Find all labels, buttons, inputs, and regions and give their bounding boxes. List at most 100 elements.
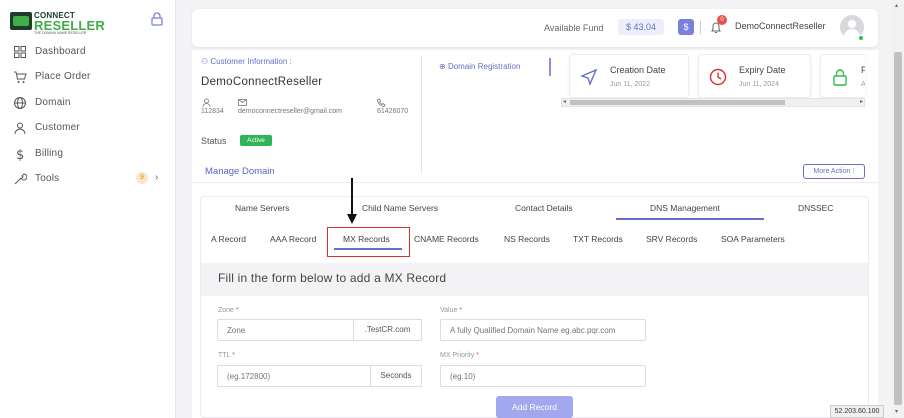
notification-badge: 0 <box>717 15 727 25</box>
lock-icon <box>833 69 847 86</box>
stat-card-date: Jun 11, 2022 <box>610 81 650 88</box>
dashboard-icon <box>14 46 26 58</box>
scroll-left-icon[interactable]: ◂ <box>563 98 566 105</box>
annotation-arrow-shaft <box>351 178 353 216</box>
customer-info-heading: ⚇ Customer Information : <box>201 57 292 66</box>
sidebar-item-dashboard[interactable]: Dashboard <box>0 40 176 64</box>
sidebar-item-billing[interactable]: $ Billing <box>0 142 176 166</box>
tab-txt-records[interactable]: TXT Records <box>573 234 623 244</box>
zone-input[interactable] <box>217 319 354 341</box>
scroll-up-icon[interactable]: ▴ <box>895 2 898 9</box>
more-action-button[interactable]: More Action ⁝ <box>803 164 865 179</box>
value-label: Value * <box>440 307 463 314</box>
tools-count-badge: 9 <box>136 172 148 184</box>
tab-srv-records[interactable]: SRV Records <box>646 234 697 244</box>
top-header: Available Fund $ 43.04 $ 0 DemoConnectRe… <box>192 9 878 47</box>
online-status-dot <box>858 35 864 41</box>
user-icon <box>14 122 26 135</box>
main-content: ⚇ Customer Information : DemoConnectRese… <box>192 50 878 418</box>
value-label-text: Value <box>440 307 458 314</box>
zone-suffix: .TestCR.com <box>353 319 422 341</box>
scroll-down-icon[interactable]: ▾ <box>895 408 898 415</box>
add-fund-button[interactable]: $ <box>678 19 694 35</box>
tab-ns-records[interactable]: NS Records <box>504 234 550 244</box>
divider <box>700 21 701 34</box>
scrollbar-thumb[interactable] <box>894 52 902 405</box>
expiry-date-card: Expiry Date Jun 11, 2024 <box>698 54 811 98</box>
scrollbar-thumb[interactable] <box>570 100 785 105</box>
wrench-icon <box>14 173 27 185</box>
tab-contact-details[interactable]: Contact Details <box>515 203 573 213</box>
sidebar-item-tools[interactable]: Tools 9 › <box>0 167 176 191</box>
globe-icon <box>14 97 26 109</box>
sidebar-item-label: Customer <box>35 122 80 133</box>
stat-card-title: Creation Date <box>610 65 666 75</box>
form-header: Fill in the form below to add a MX Recor… <box>201 263 868 296</box>
creation-date-card: Creation Date Jun 11, 2022 <box>569 54 689 98</box>
domain-registration-label: Domain Registration <box>447 62 521 71</box>
divider <box>421 56 422 174</box>
customer-email: democonnectreseller@gmail.com <box>238 108 342 115</box>
tab-child-name-servers[interactable]: Child Name Servers <box>362 203 438 213</box>
tab-a-record[interactable]: A Record <box>211 234 246 244</box>
cards-scrollbar[interactable]: ◂ ▸ <box>561 98 865 107</box>
username[interactable]: DemoConnectReseller <box>735 21 826 31</box>
ttl-label: TTL * <box>218 352 235 359</box>
highlight-box <box>327 227 410 257</box>
logo-tagline: THE DOMAIN NAME RESELLER <box>34 31 87 35</box>
dollar-icon: $ <box>16 148 24 161</box>
sidebar: CONNECT RESELLER THE DOMAIN NAME RESELLE… <box>0 0 176 418</box>
value-input[interactable] <box>440 319 646 341</box>
privacy-card: Pr Ac <box>820 54 865 98</box>
user-icon <box>202 98 211 107</box>
lock-icon[interactable] <box>151 12 163 26</box>
priority-label: MX Priority * <box>440 352 479 359</box>
sidebar-item-label: Dashboard <box>35 46 86 57</box>
priority-input[interactable] <box>440 365 646 387</box>
annotation-arrow-head <box>347 214 357 224</box>
available-fund-value: $ 43.04 <box>618 19 664 35</box>
sidebar-item-label: Billing <box>35 148 64 159</box>
sidebar-item-place-order[interactable]: Place Order <box>0 65 176 89</box>
send-icon <box>580 68 598 86</box>
tab-soa-parameters[interactable]: SOA Parameters <box>721 234 785 244</box>
status-badge: Active <box>240 135 272 146</box>
sidebar-item-label: Tools <box>35 173 60 184</box>
tab-dns-management[interactable]: DNS Management <box>650 203 720 213</box>
tab-cname-records[interactable]: CNAME Records <box>414 234 479 244</box>
ttl-input[interactable] <box>217 365 371 387</box>
sidebar-item-label: Domain <box>35 97 71 108</box>
mail-icon <box>238 99 247 106</box>
add-record-button[interactable]: Add Record <box>496 396 573 418</box>
tab-dnssec[interactable]: DNSSEC <box>798 203 833 213</box>
customer-phone: 61426070 <box>377 108 409 115</box>
tab-aaa-record[interactable]: AAA Record <box>270 234 316 244</box>
brand-logo[interactable]: CONNECT RESELLER THE DOMAIN NAME RESELLE… <box>10 11 105 35</box>
customer-name: DemoConnectReseller <box>201 76 323 88</box>
priority-label-text: MX Priority <box>440 352 475 359</box>
user-icon: ⚇ <box>201 57 211 66</box>
stat-card-date: Jun 11, 2024 <box>739 81 779 88</box>
zone-label: Zone * <box>218 307 239 314</box>
domain-registration-link[interactable]: ⊕ Domain Registration <box>439 62 520 71</box>
section-indicator <box>549 58 551 76</box>
sidebar-item-customer[interactable]: Customer <box>0 116 176 140</box>
sidebar-item-domain[interactable]: Domain <box>0 91 176 115</box>
stat-card-title: Expiry Date <box>739 65 786 75</box>
tab-name-servers[interactable]: Name Servers <box>235 203 289 213</box>
clock-icon <box>709 68 727 86</box>
available-fund-label: Available Fund <box>544 23 604 33</box>
page-scrollbar[interactable]: ▴ ▾ <box>892 0 904 418</box>
phone-icon <box>377 98 386 107</box>
divider <box>192 182 878 183</box>
status-label: Status <box>201 136 227 146</box>
customer-id: 112834 <box>201 108 224 115</box>
ttl-suffix: Seconds <box>370 365 422 387</box>
customer-info-title: Customer Information : <box>210 57 292 66</box>
scroll-right-icon[interactable]: ▸ <box>860 98 863 105</box>
svg-text:$: $ <box>16 148 24 161</box>
sidebar-item-label: Place Order <box>35 71 91 82</box>
zone-label-text: Zone <box>218 307 234 314</box>
chevron-right-icon: › <box>155 172 159 183</box>
manage-domain-title: Manage Domain <box>205 166 275 177</box>
